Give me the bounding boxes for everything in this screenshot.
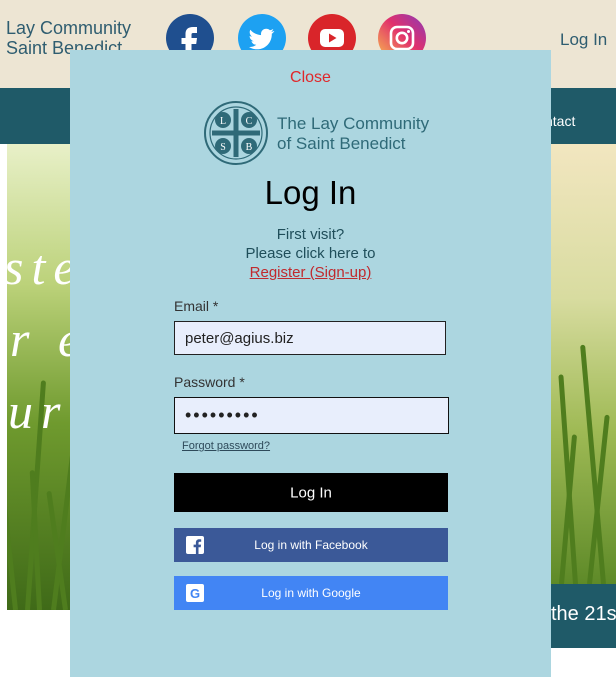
benedict-seal-icon: L C S B — [204, 101, 268, 165]
facebook-login-label: Log in with Facebook — [254, 538, 368, 552]
forgot-password-link[interactable]: Forgot password? — [182, 440, 270, 452]
password-field[interactable] — [174, 397, 449, 434]
first-visit-prompt: First visit? Please click here to — [70, 225, 551, 263]
dialog-title: Log In — [264, 174, 357, 211]
logo-text-line1: The Lay Community — [277, 114, 430, 133]
close-button[interactable]: Close — [70, 69, 551, 87]
logo-text-line2: of Saint Benedict — [277, 134, 406, 153]
google-login-button[interactable]: G Log in with Google — [174, 576, 448, 610]
hero-image-right — [551, 144, 616, 584]
first-visit-line1: First visit? — [276, 226, 345, 243]
email-label: Email * — [174, 298, 219, 314]
email-field[interactable] — [174, 321, 446, 355]
header-login-link[interactable]: Log In — [560, 30, 607, 50]
login-button[interactable]: Log In — [174, 473, 448, 512]
register-link[interactable]: Register (Sign-up) — [70, 264, 551, 281]
google-login-label: Log in with Google — [261, 586, 361, 600]
site-name-line1: Lay Community — [6, 18, 132, 38]
first-visit-line2: Please click here to — [245, 245, 376, 262]
login-dialog: Close L C S B The Lay Community of Saint… — [70, 50, 551, 677]
svg-text:B: B — [246, 142, 253, 153]
logo-text: The Lay Community of Saint Benedict — [277, 114, 429, 154]
hero-text-fragment-3: ur — [8, 383, 69, 439]
password-label: Password * — [174, 374, 245, 390]
svg-text:S: S — [220, 142, 226, 153]
hero-image-left — [7, 144, 71, 610]
login-button-label: Log In — [290, 484, 332, 501]
facebook-login-button[interactable]: Log in with Facebook — [174, 528, 448, 562]
hero-caption-text: the 21s — [551, 603, 616, 625]
svg-text:L: L — [220, 116, 226, 127]
svg-text:C: C — [246, 116, 253, 127]
community-logo: L C S B The Lay Community of Saint Bened… — [203, 100, 443, 168]
